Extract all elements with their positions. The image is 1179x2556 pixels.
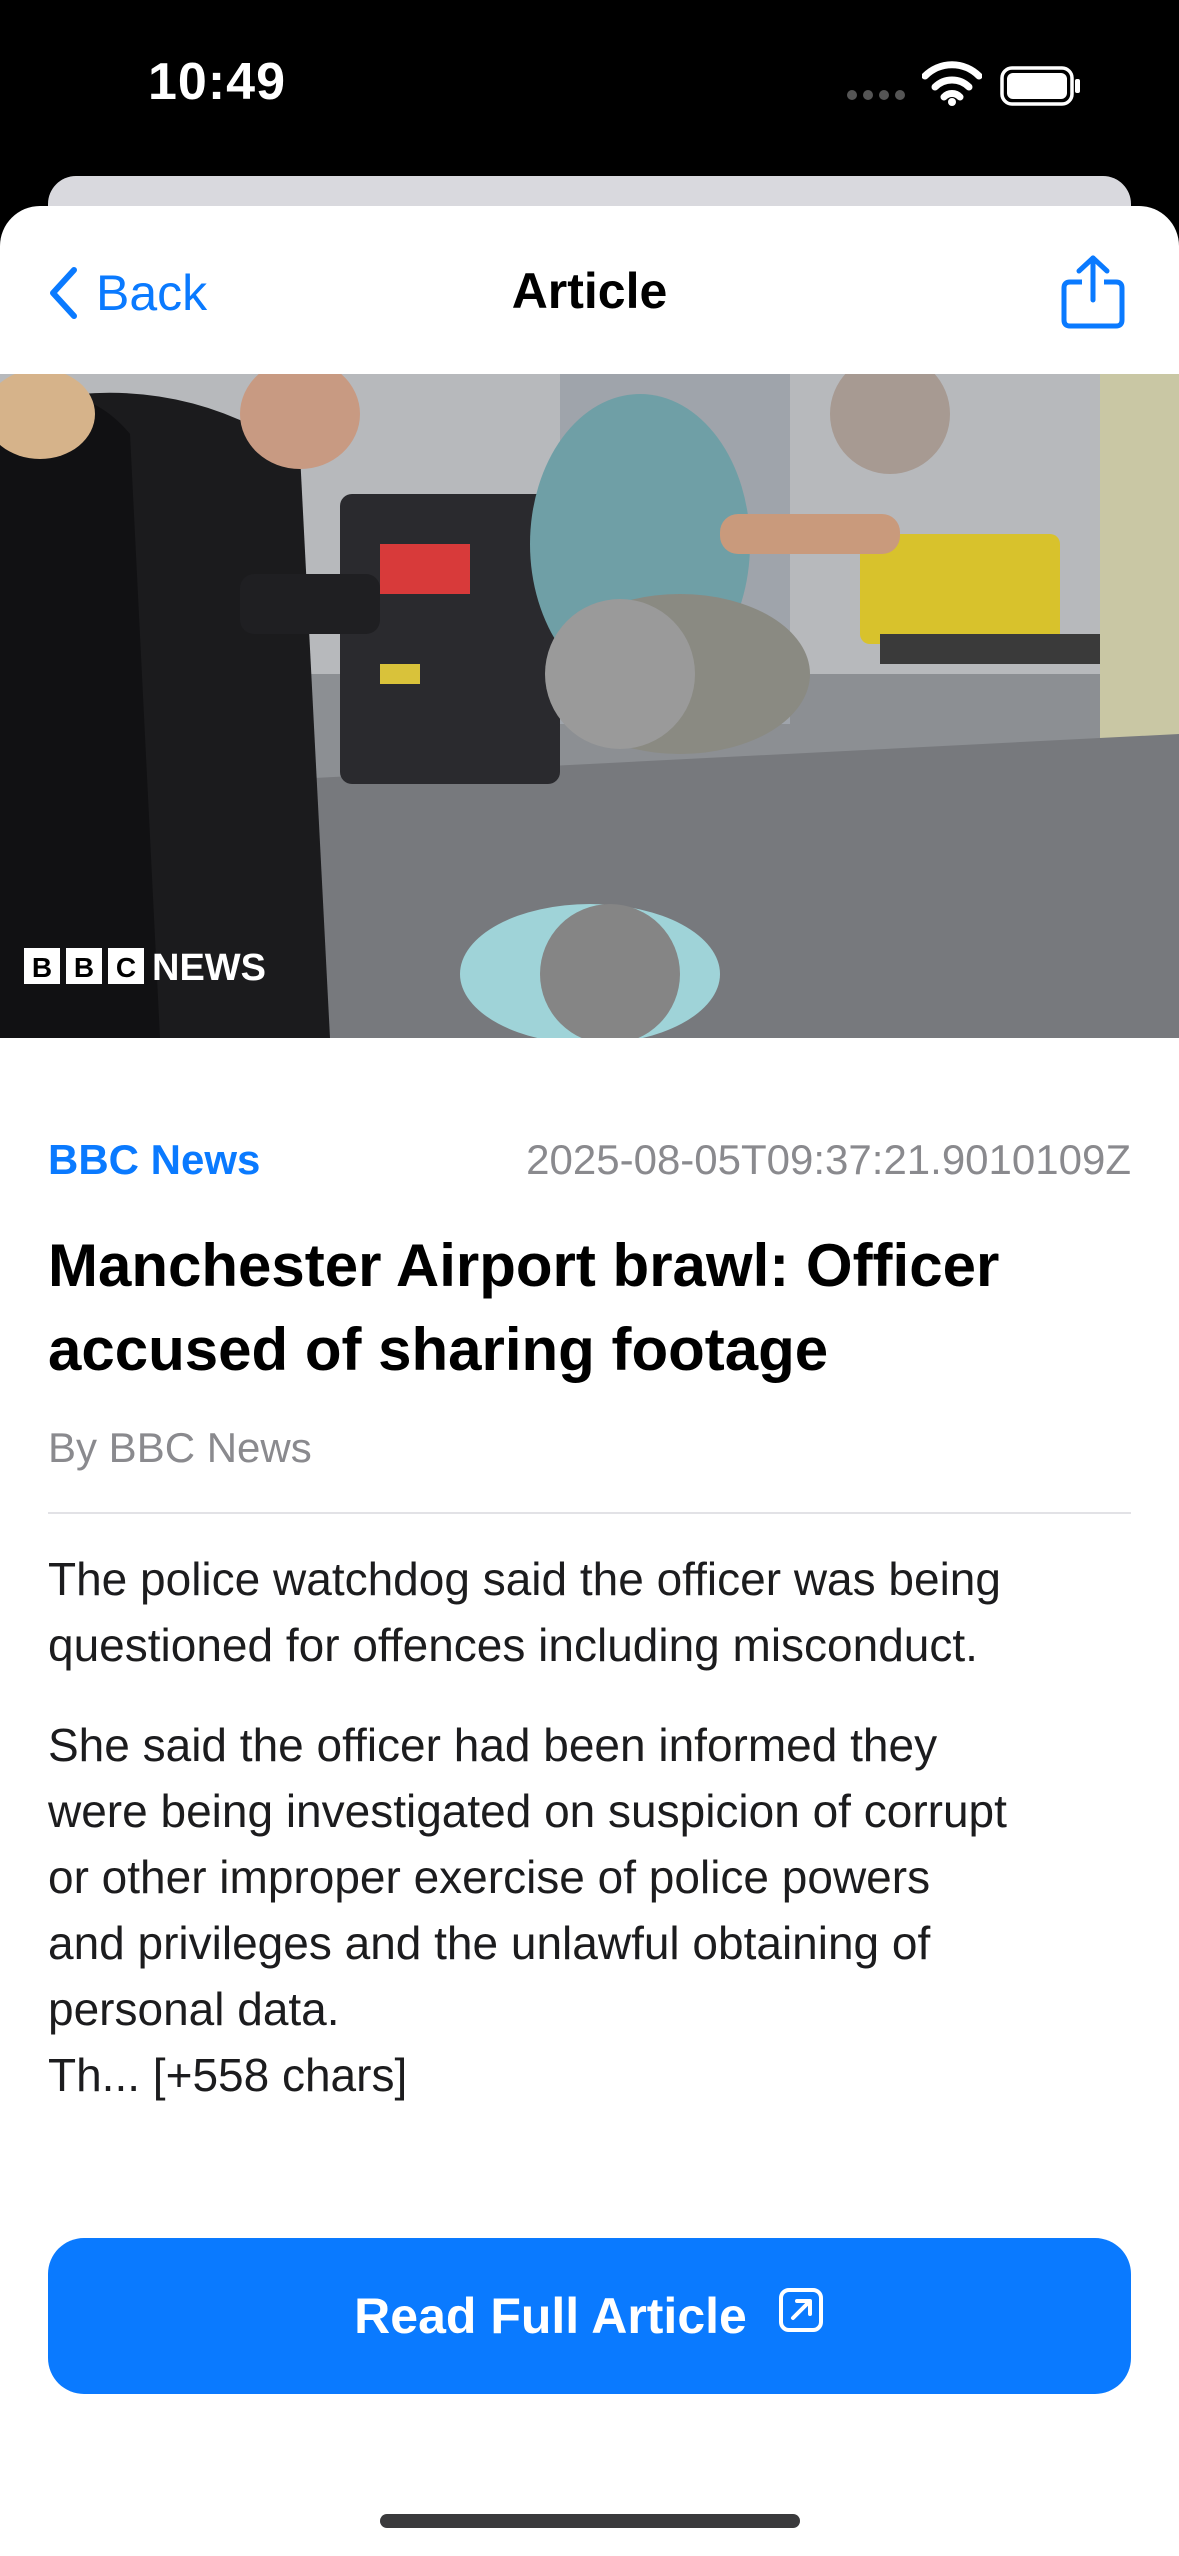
divider <box>48 1512 1131 1514</box>
paragraph-line: questioned for offences including miscon… <box>48 1619 978 1671</box>
article-hero-image: B B C NEWS <box>0 374 1179 1038</box>
external-link-icon <box>777 2286 825 2346</box>
cellular-signal-icon <box>847 90 905 100</box>
paragraph-line: or other improper exercise of police pow… <box>48 1851 931 1903</box>
paragraph-line: and privileges and the unlawful obtainin… <box>48 1917 931 1969</box>
wifi-icon <box>922 61 982 106</box>
article-paragraph: The police watchdog said the officer was… <box>48 1546 1131 1678</box>
bbc-news-logo: B B C NEWS <box>24 947 266 988</box>
status-time: 10:49 <box>148 53 286 111</box>
navigation-bar: Back Article <box>0 206 1179 374</box>
article-sheet: Back Article B B C NEWS BBC News 2025-08… <box>0 206 1179 2556</box>
headline-line: Manchester Airport brawl: Officer <box>48 1232 1000 1299</box>
article-paragraph: She said the officer had been informed t… <box>48 1712 1131 2108</box>
home-indicator[interactable] <box>380 2514 800 2528</box>
byline: By BBC News <box>48 1424 312 1471</box>
article-headline: Manchester Airport brawl: Officer accuse… <box>48 1224 1131 1392</box>
paragraph-line: The police watchdog said the officer was… <box>48 1553 1001 1605</box>
share-button[interactable] <box>1060 254 1126 335</box>
battery-icon <box>1000 66 1080 106</box>
read-full-article-button[interactable]: Read Full Article <box>48 2238 1131 2394</box>
svg-text:B: B <box>74 952 94 983</box>
read-full-article-label: Read Full Article <box>354 2288 747 2344</box>
paragraph-line: personal data. <box>48 1983 340 2035</box>
hero-photo <box>0 374 1179 1038</box>
page-title: Article <box>511 263 668 319</box>
bbc-news-watermark: B B C NEWS <box>24 944 300 988</box>
paragraph-line: She said the officer had been informed t… <box>48 1719 938 1771</box>
source-label: BBC News <box>48 1136 261 1183</box>
status-bar: 10:49 <box>0 0 1179 190</box>
truncation-line: Th... [+558 chars] <box>48 2049 408 2101</box>
svg-text:B: B <box>32 952 52 983</box>
article-meta: BBC News 2025-08-05T09:37:21.9010109Z <box>48 1136 1131 1196</box>
paragraph-line: were being investigated on suspicion of … <box>48 1785 1007 1837</box>
svg-text:C: C <box>116 952 136 983</box>
headline-line: accused of sharing footage <box>48 1316 829 1383</box>
published-date: 2025-08-05T09:37:21.9010109Z <box>526 1136 1131 1183</box>
share-icon <box>1061 255 1125 329</box>
svg-text:NEWS: NEWS <box>152 947 266 988</box>
